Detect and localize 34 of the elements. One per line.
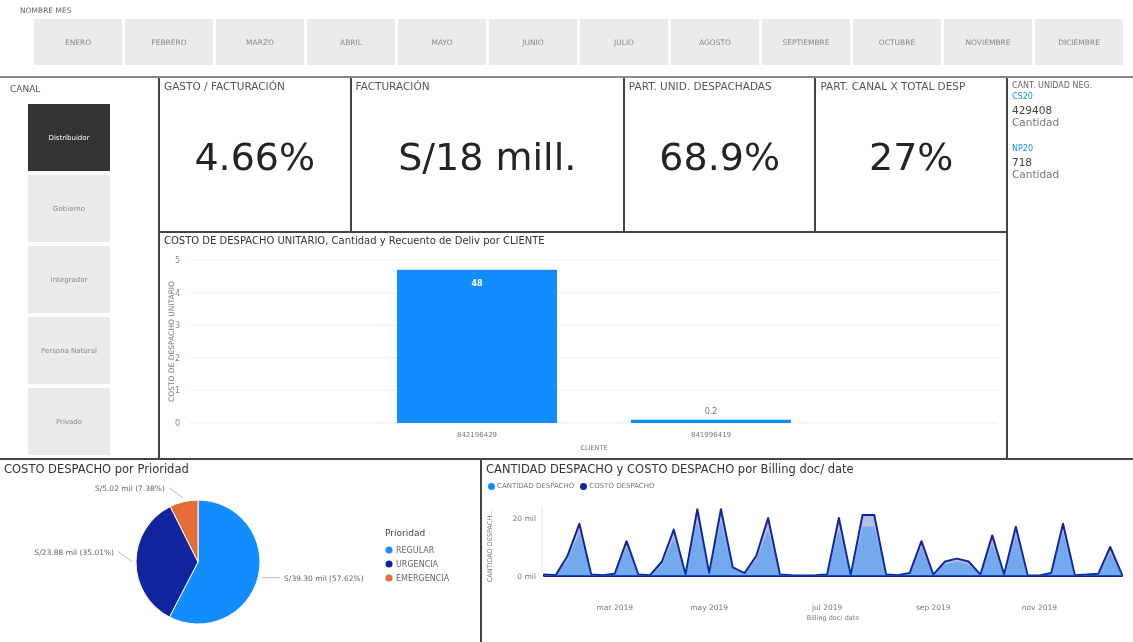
kpi-value: 4.66% bbox=[193, 133, 317, 181]
unit-name: CS20 bbox=[1012, 92, 1034, 101]
unit-caption: Cantidad bbox=[1012, 168, 1061, 180]
slicer-title: CANAL bbox=[10, 84, 42, 94]
kpi-value: 27% bbox=[868, 133, 955, 181]
leader-line bbox=[261, 577, 281, 579]
axis-tick: 1 bbox=[174, 386, 180, 396]
axis-tick: 2 bbox=[174, 353, 180, 363]
chart-title: COSTO DESPACHO por Prioridad bbox=[3, 461, 190, 478]
leader-line bbox=[117, 551, 133, 562]
kpi-value: S/18 mill. bbox=[397, 133, 578, 181]
kpi-title: PART. UNID. DESPACHADAS bbox=[628, 80, 773, 92]
axis-tick: 3 bbox=[174, 321, 180, 331]
legend-label: URGENCIA bbox=[396, 560, 439, 569]
legend-label: EMERGENCIA bbox=[396, 574, 450, 583]
leader-line bbox=[168, 487, 184, 499]
data-label: 0.2 bbox=[704, 406, 718, 416]
kpi-title: GASTO / FACTURACIÓN bbox=[164, 80, 286, 92]
panel-title: CANT. UNIDAD NEG. bbox=[1012, 81, 1094, 90]
axis-tick: 5 bbox=[174, 256, 180, 265]
unit-name: NP20 bbox=[1012, 144, 1034, 153]
chart-title: COSTO DE DESPACHO UNITARIO, Cantidad y Recuento de Deliv por CLIENTE bbox=[163, 234, 546, 248]
kpi-title: FACTURACIÓN bbox=[355, 80, 431, 92]
kpi-title: PART. CANAL X TOTAL DESP bbox=[820, 80, 967, 92]
unit-value: 429408 bbox=[1012, 104, 1054, 116]
axis-tick: 0 bbox=[174, 419, 180, 428]
legend-title: Prioridad bbox=[385, 528, 426, 538]
axis-tick: 4 bbox=[174, 288, 180, 298]
unit-value: 718 bbox=[1012, 156, 1034, 168]
data-label: 48 bbox=[471, 278, 483, 288]
legend-label: REGULAR bbox=[396, 546, 435, 555]
kpi-value: 68.9% bbox=[658, 133, 781, 181]
chart-title: CANTIDAD DESPACHO y COSTO DESPACHO por Billing doc/ date bbox=[485, 461, 855, 478]
unit-caption: Cantidad bbox=[1012, 116, 1061, 128]
